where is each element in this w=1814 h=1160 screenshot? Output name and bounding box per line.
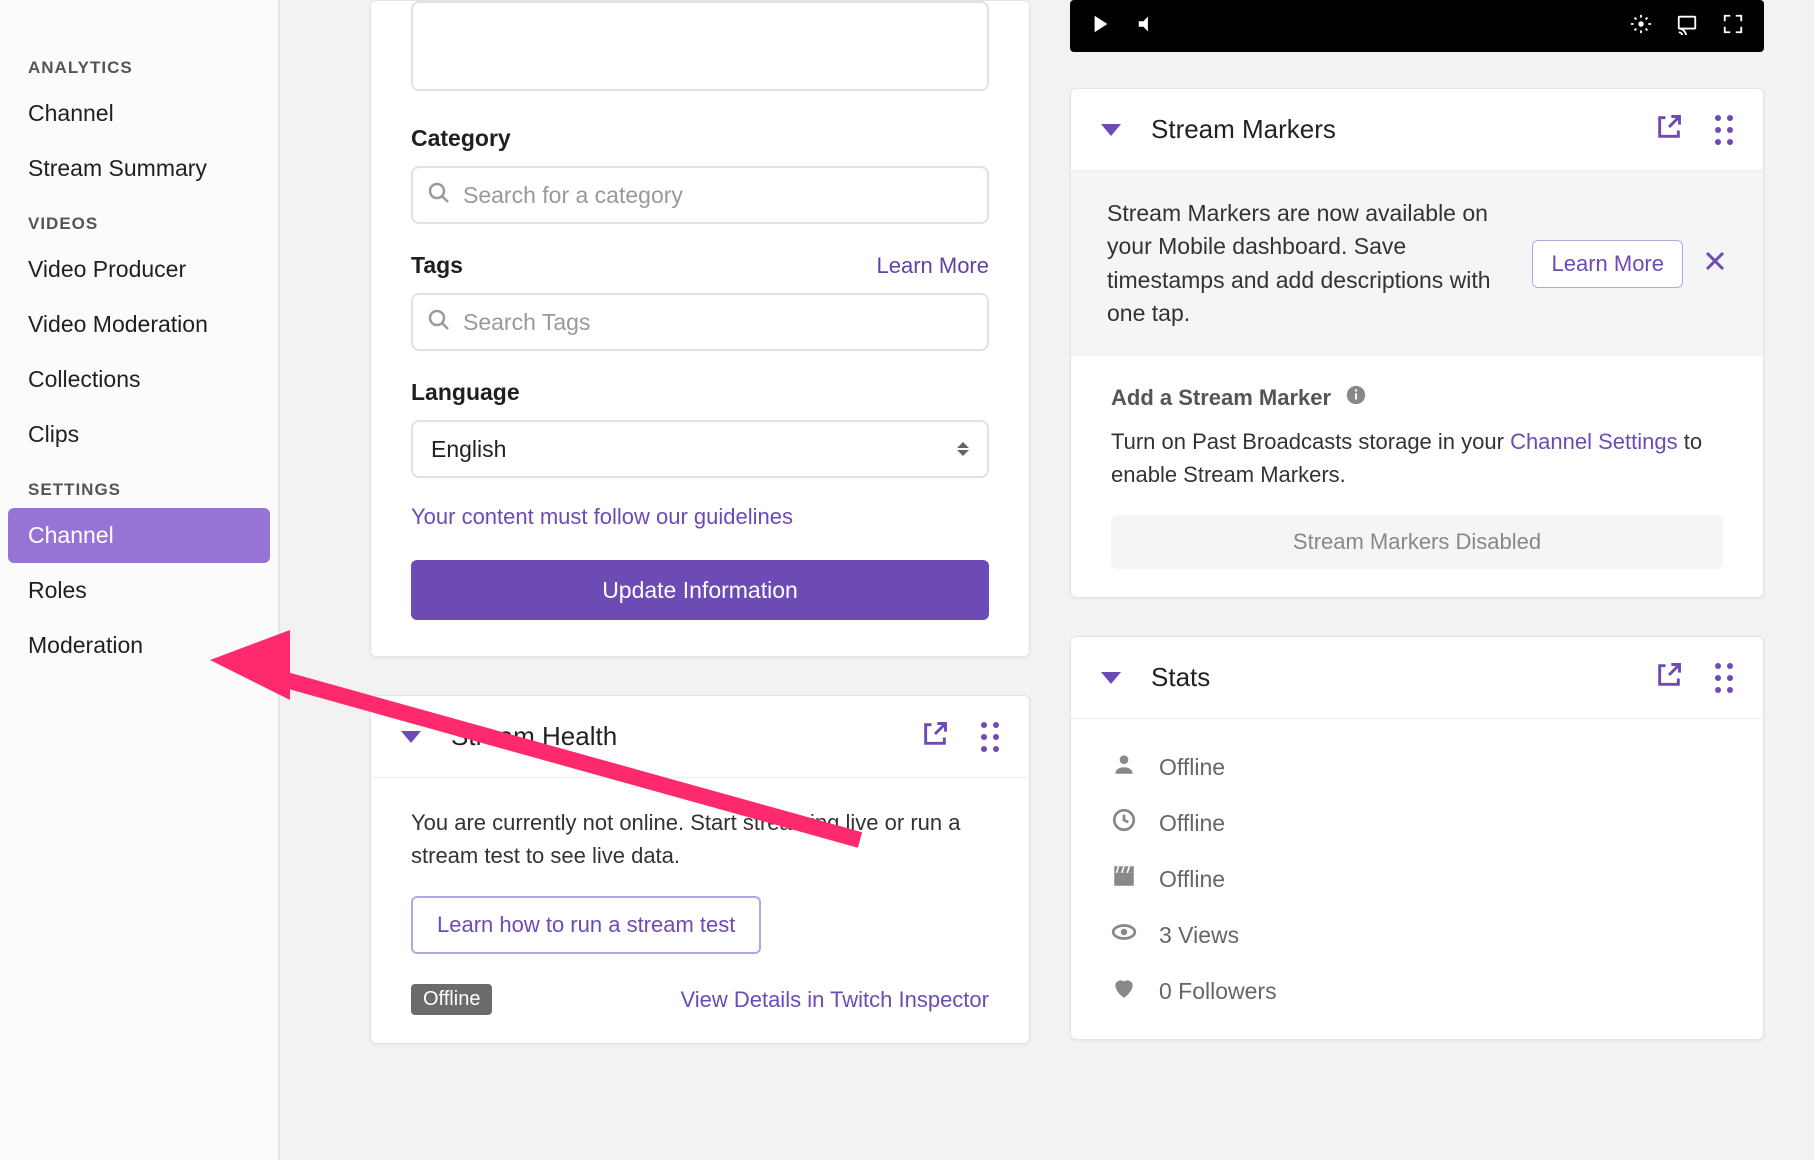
stats-title: Stats (1151, 662, 1655, 693)
clapperboard-icon (1111, 863, 1137, 895)
tags-search[interactable] (411, 293, 989, 351)
drag-handle-icon[interactable] (1715, 663, 1733, 693)
sidebar-item-collections[interactable]: Collections (0, 352, 278, 407)
info-icon[interactable] (1345, 384, 1367, 411)
stats-row-followers: 0 Followers (1111, 963, 1723, 1019)
search-icon (427, 308, 451, 337)
popout-icon[interactable] (921, 720, 949, 753)
category-input[interactable] (451, 182, 973, 209)
search-icon (427, 181, 451, 210)
sidebar-item-video-moderation[interactable]: Video Moderation (0, 297, 278, 352)
marker-help-text: Turn on Past Broadcasts storage in your … (1111, 425, 1723, 491)
sidebar-heading-analytics: ANALYTICS (0, 40, 278, 86)
clock-icon (1111, 807, 1137, 839)
channel-settings-link[interactable]: Channel Settings (1510, 429, 1678, 454)
stats-row-duration: Offline (1111, 795, 1723, 851)
learn-stream-test-button[interactable]: Learn how to run a stream test (411, 896, 761, 954)
play-icon[interactable] (1090, 13, 1112, 40)
tags-learn-more-link[interactable]: Learn More (876, 253, 989, 279)
stream-health-text: You are currently not online. Start stre… (411, 806, 989, 872)
guidelines-link[interactable]: Your content must follow our guidelines (411, 504, 989, 530)
language-value: English (431, 436, 506, 463)
title-input-placeholder[interactable] (411, 1, 989, 91)
stream-markers-card: Stream Markers Stream Markers are now av… (1070, 88, 1764, 598)
popout-icon[interactable] (1655, 661, 1683, 694)
chevron-down-icon[interactable] (1101, 124, 1121, 136)
sidebar-item-stream-summary[interactable]: Stream Summary (0, 141, 278, 196)
popout-icon[interactable] (1655, 113, 1683, 146)
stream-info-card: Category Tags Learn More (370, 0, 1030, 657)
close-icon[interactable] (1703, 249, 1727, 278)
sidebar: ANALYTICS Channel Stream Summary VIDEOS … (0, 0, 280, 1160)
stream-health-title: Stream Health (451, 721, 921, 752)
sidebar-item-moderation[interactable]: Moderation (0, 618, 278, 673)
volume-icon[interactable] (1136, 13, 1158, 40)
sidebar-item-video-producer[interactable]: Video Producer (0, 242, 278, 297)
stats-row-views: 3 Views (1111, 907, 1723, 963)
banner-learn-more-button[interactable]: Learn More (1532, 240, 1683, 288)
video-player-controls (1070, 0, 1764, 52)
drag-handle-icon[interactable] (981, 722, 999, 752)
sidebar-item-roles[interactable]: Roles (0, 563, 278, 618)
twitch-inspector-link[interactable]: View Details in Twitch Inspector (680, 987, 989, 1013)
stats-card: Stats Offline (1070, 636, 1764, 1040)
sidebar-item-channel-settings[interactable]: Channel (8, 508, 270, 563)
eye-icon (1111, 919, 1137, 951)
heart-icon (1111, 975, 1137, 1007)
stats-row-viewers: Offline (1111, 739, 1723, 795)
drag-handle-icon[interactable] (1715, 115, 1733, 145)
sidebar-heading-videos: VIDEOS (0, 196, 278, 242)
cast-icon[interactable] (1676, 13, 1698, 40)
add-marker-title: Add a Stream Marker (1111, 385, 1331, 411)
sidebar-heading-settings: SETTINGS (0, 462, 278, 508)
gear-icon[interactable] (1630, 13, 1652, 40)
tags-label: Tags (411, 252, 463, 279)
language-label: Language (411, 379, 989, 406)
stats-row-clapper: Offline (1111, 851, 1723, 907)
offline-badge: Offline (411, 984, 492, 1015)
stream-markers-title: Stream Markers (1151, 114, 1655, 145)
stream-health-card: Stream Health You are currently not onli… (370, 695, 1030, 1044)
stream-markers-banner: Stream Markers are now available on your… (1071, 171, 1763, 356)
category-label: Category (411, 125, 989, 152)
tags-input[interactable] (451, 309, 973, 336)
sidebar-item-clips[interactable]: Clips (0, 407, 278, 462)
person-icon (1111, 751, 1137, 783)
language-select[interactable]: English (411, 420, 989, 478)
category-search[interactable] (411, 166, 989, 224)
sidebar-item-channel-analytics[interactable]: Channel (0, 86, 278, 141)
stream-markers-disabled-button: Stream Markers Disabled (1111, 515, 1723, 569)
select-caret-icon (957, 442, 969, 456)
chevron-down-icon[interactable] (1101, 672, 1121, 684)
banner-text: Stream Markers are now available on your… (1107, 197, 1512, 330)
fullscreen-icon[interactable] (1722, 13, 1744, 40)
chevron-down-icon[interactable] (401, 731, 421, 743)
update-information-button[interactable]: Update Information (411, 560, 989, 620)
